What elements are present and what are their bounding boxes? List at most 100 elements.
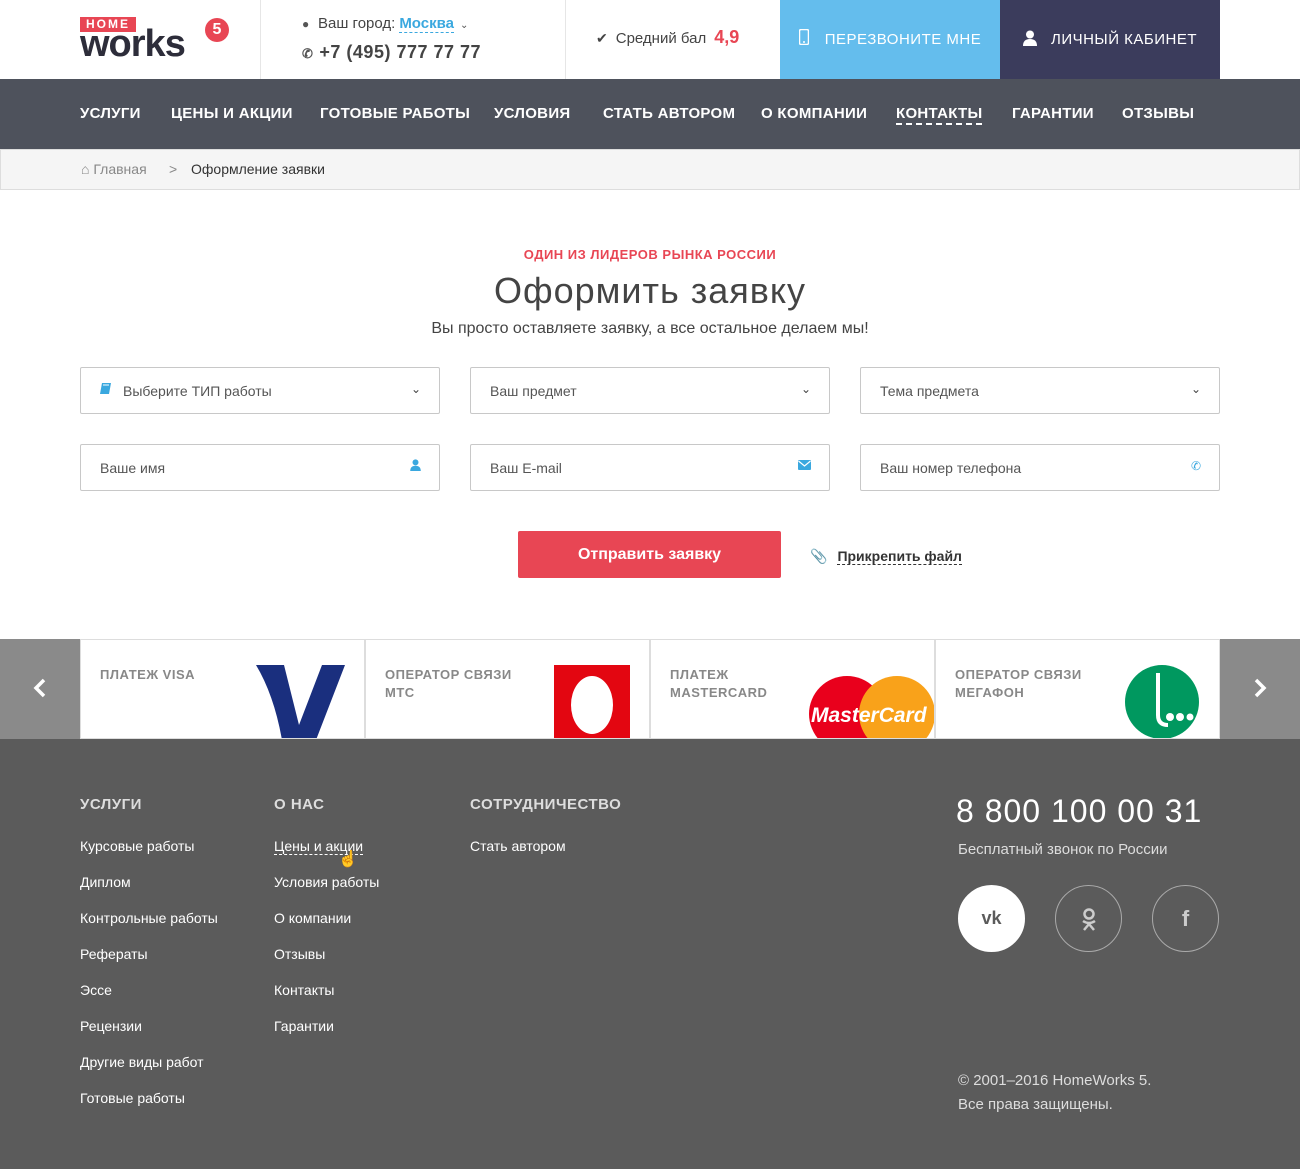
phone-icon: ✆ [302,46,314,61]
payment-label-line1: ПЛАТЕЖ [670,667,729,682]
chevron-down-icon: ⌄ [1190,382,1201,396]
footer-link[interactable]: Рефераты [80,946,148,962]
carousel-prev-button[interactable] [0,639,80,739]
user-icon [410,459,421,474]
nav-item-reviews[interactable]: ОТЗЫВЫ [1122,105,1194,122]
breadcrumb-home[interactable]: ⌂ Главная [81,161,147,177]
copyright: © 2001–2016 HomeWorks 5. Все права защищ… [958,1069,1151,1117]
footer-phone[interactable]: 8 800 100 00 31 [956,793,1202,830]
payment-label: ОПЕРАТОР СВЯЗИ МЕГАФОН [955,666,1095,702]
odnoklassniki-icon[interactable] [1055,885,1122,952]
email-input[interactable]: Ваш E-mail [470,444,830,491]
chevron-down-icon[interactable]: ⌄ [460,20,468,31]
copyright-line2: Все права защищены. [958,1096,1113,1113]
city-link[interactable]: Москва [399,15,454,33]
mobile-phone-icon [798,28,809,50]
footer-about-title: О НАС [274,796,325,813]
subject-placeholder: Ваш предмет [490,383,577,399]
submit-button[interactable]: Отправить заявку [518,531,781,578]
payment-label: ПЛАТЕЖ VISA [100,666,240,684]
footer-phone-note: Бесплатный звонок по России [958,841,1168,858]
nav-item-about[interactable]: О КОМПАНИИ [761,105,867,122]
chevron-down-icon: ⌄ [410,382,421,396]
footer-link[interactable]: Стать автором [470,838,566,854]
nav-item-contacts[interactable]: КОНТАКТЫ [896,105,983,125]
user-icon [1022,30,1037,50]
footer-link[interactable]: Рецензии [80,1018,142,1034]
footer-link[interactable]: Готовые работы [80,1090,185,1106]
footer-link[interactable]: Другие виды работ [80,1054,204,1070]
attach-file-link[interactable]: 📎 Прикрепить файл [810,548,962,565]
payment-label-line2: MASTERCARD [670,685,768,700]
logo[interactable]: HOME works 5 [80,14,240,64]
city-label: Ваш город: [318,15,396,32]
nav-item-services[interactable]: УСЛУГИ [80,105,141,122]
paperclip-icon: 📎 [810,548,828,564]
footer-link[interactable]: Контрольные работы [80,910,218,926]
footer-link[interactable]: Диплом [80,874,131,890]
payment-label-line1: ПЛАТЕЖ VISA [100,667,196,682]
megafon-logo [1125,665,1199,738]
payments-carousel: ПЛАТЕЖ VISA ОПЕРАТОР СВЯЗИ МТС ПЛАТЕЖ MAST… [0,639,1300,739]
logo-number: 5 [205,18,229,42]
rating: ✔ Средний бал 4,9 [596,27,739,48]
name-placeholder: Ваше имя [100,460,166,476]
footer-services-title: УСЛУГИ [80,796,142,813]
work-type-placeholder: Выберите ТИП работы [123,383,272,399]
main-nav: УСЛУГИ ЦЕНЫ И АКЦИИ ГОТОВЫЕ РАБОТЫ УСЛОВ… [0,79,1300,149]
vk-icon[interactable]: vk [958,885,1025,952]
footer-link[interactable]: Гарантии [274,1018,334,1034]
callback-button[interactable]: ПЕРЕЗВОНИТЕ МНЕ [780,0,1000,79]
name-input[interactable]: Ваше имя [80,444,440,491]
breadcrumb-home-label: Главная [93,161,147,177]
subject-select[interactable]: Ваш предмет ⌄ [470,367,830,414]
carousel-next-button[interactable] [1220,639,1300,739]
cabinet-button[interactable]: ЛИЧНЫЙ КАБИНЕТ [1000,0,1220,79]
payment-card-megafon[interactable]: ОПЕРАТОР СВЯЗИ МЕГАФОН [935,639,1220,739]
city-selector[interactable]: ● Ваш город: Москва ⌄ [302,15,468,33]
header-phone[interactable]: ✆ +7 (495) 777 77 77 [302,42,481,63]
page-title: Оформить заявку [493,270,807,311]
payment-label-line2: МТС [385,685,415,700]
footer-partnership-title: СОТРУДНИЧЕСТВО [470,796,622,813]
breadcrumb-current: Оформление заявки [191,161,325,177]
footer-link[interactable]: Эссе [80,982,112,998]
phone-placeholder: Ваш номер телефона [880,460,1022,476]
footer-link[interactable]: Отзывы [274,946,325,962]
payment-card-mts[interactable]: ОПЕРАТОР СВЯЗИ МТС [365,639,650,739]
nav-item-ready-works[interactable]: ГОТОВЫЕ РАБОТЫ [320,105,470,122]
nav-item-become-author[interactable]: СТАТЬ АВТОРОМ [603,105,735,122]
footer-link[interactable]: Условия работы [274,874,379,890]
nav-item-guarantees[interactable]: ГАРАНТИИ [1012,105,1094,122]
hero-eyebrow: ОДИН ИЗ ЛИДЕРОВ РЫНКА РОССИИ [523,247,777,262]
rating-value: 4,9 [714,27,740,47]
footer-link[interactable]: О компании [274,910,351,926]
visa-logo [256,665,345,738]
footer-link[interactable]: Курсовые работы [80,838,194,854]
hand-cursor-icon: ☝ [338,851,358,868]
nav-item-conditions[interactable]: УСЛОВИЯ [494,105,570,122]
mts-logo [554,665,630,738]
topic-placeholder: Тема предмета [880,383,979,399]
chevron-right-icon [1254,678,1267,698]
site-footer: УСЛУГИ Курсовые работы Диплом Контрольны… [0,739,1300,1169]
attach-file-label: Прикрепить файл [837,548,962,565]
topic-select[interactable]: Тема предмета ⌄ [860,367,1220,414]
payment-card-visa[interactable]: ПЛАТЕЖ VISA [80,639,365,739]
book-icon [100,382,112,398]
nav-item-prices[interactable]: ЦЕНЫ И АКЦИИ [171,105,293,122]
site-header: HOME works 5 ● Ваш город: Москва ⌄ ✆ +7 (495… [0,0,1300,79]
facebook-icon[interactable]: f [1152,885,1219,952]
payment-label: ПЛАТЕЖ MASTERCARD [670,666,810,702]
phone-icon: ✆ [1190,459,1201,473]
phone-input[interactable]: Ваш номер телефона ✆ [860,444,1220,491]
payment-card-mastercard[interactable]: ПЛАТЕЖ MASTERCARD MasterCard [650,639,935,739]
home-icon: ⌂ [81,161,90,177]
footer-link[interactable]: Контакты [274,982,334,998]
payment-label-line2: МЕГАФОН [955,685,1025,700]
work-type-select[interactable]: Выберите ТИП работы ⌄ [80,367,440,414]
header-phone-number: +7 (495) 777 77 77 [319,42,482,62]
hero-subtitle: Вы просто оставляете заявку, а все остал… [431,320,869,337]
email-placeholder: Ваш E-mail [490,460,562,476]
cabinet-label: ЛИЧНЫЙ КАБИНЕТ [1050,31,1198,48]
